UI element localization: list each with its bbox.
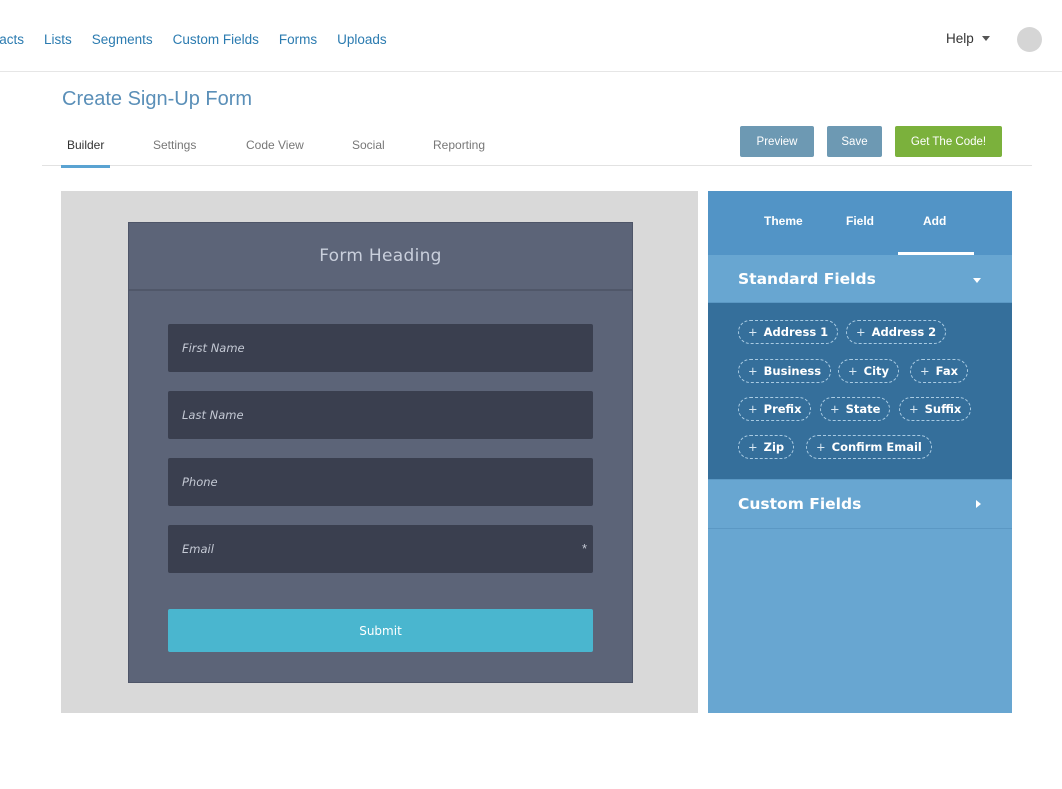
- editor-panel: Theme Field Add Standard Fields + Address…: [708, 191, 1012, 713]
- nav-link-segments[interactable]: Segments: [92, 32, 153, 47]
- custom-fields-label: Custom Fields: [738, 495, 862, 513]
- help-menu[interactable]: Help: [946, 31, 990, 46]
- plus-icon: +: [748, 364, 758, 378]
- email-field[interactable]: Email *: [168, 525, 593, 573]
- chip-label: Address 2: [871, 325, 937, 339]
- chip-label: City: [863, 364, 890, 378]
- add-field-chip-prefix[interactable]: + Prefix: [738, 397, 812, 421]
- save-button[interactable]: Save: [827, 126, 882, 157]
- chip-label: Confirm Email: [831, 440, 922, 454]
- tab-code-view[interactable]: Code View: [246, 138, 304, 152]
- avatar[interactable]: [1017, 27, 1042, 52]
- chip-label: Prefix: [763, 402, 802, 416]
- chip-label: State: [845, 402, 881, 416]
- nav-link-forms[interactable]: Forms: [279, 32, 317, 47]
- standard-fields-header[interactable]: Standard Fields: [708, 255, 1012, 303]
- field-placeholder: First Name: [182, 341, 245, 355]
- form-heading[interactable]: Form Heading: [319, 246, 442, 266]
- chip-label: Business: [763, 364, 822, 378]
- last-name-field[interactable]: Last Name: [168, 391, 593, 439]
- plus-icon: +: [856, 325, 866, 339]
- standard-fields-label: Standard Fields: [738, 270, 876, 288]
- form-heading-area[interactable]: Form Heading: [129, 223, 632, 291]
- plus-icon: +: [830, 402, 840, 416]
- add-field-chip-suffix[interactable]: + Suffix: [899, 397, 972, 421]
- panel-tabs: Theme Field Add: [708, 191, 1012, 255]
- required-asterisk: *: [581, 541, 587, 556]
- plus-icon: +: [920, 364, 930, 378]
- form-preview[interactable]: Form Heading First Name Last Name Phone …: [128, 222, 633, 683]
- submit-button[interactable]: Submit: [168, 609, 593, 652]
- chevron-down-icon: [981, 36, 990, 41]
- chip-label: Fax: [935, 364, 959, 378]
- panel-tab-add[interactable]: Add: [923, 214, 946, 228]
- standard-fields-list: + Address 1 + Address 2 + Business + City + F…: [708, 303, 1012, 479]
- add-field-chip-address-2[interactable]: + Address 2: [846, 320, 947, 344]
- top-nav: ntacts Lists Segments Custom Fields Form…: [0, 0, 1062, 72]
- plus-icon: +: [848, 364, 858, 378]
- nav-link-lists[interactable]: Lists: [44, 32, 72, 47]
- field-placeholder: Email: [182, 542, 214, 556]
- chip-label: Address 1: [763, 325, 829, 339]
- add-field-chip-zip[interactable]: + Zip: [738, 435, 795, 459]
- field-placeholder: Phone: [182, 475, 218, 489]
- add-field-chip-address-1[interactable]: + Address 1: [738, 320, 839, 344]
- add-field-chip-business[interactable]: + Business: [738, 359, 832, 383]
- add-field-chip-confirm-email[interactable]: + Confirm Email: [806, 435, 932, 459]
- plus-icon: +: [816, 440, 826, 454]
- phone-field[interactable]: Phone: [168, 458, 593, 506]
- chip-label: Zip: [763, 440, 785, 454]
- panel-tab-field[interactable]: Field: [846, 214, 874, 228]
- tab-social[interactable]: Social: [352, 138, 385, 152]
- chevron-right-icon: [976, 500, 981, 508]
- nav-link-custom-fields[interactable]: Custom Fields: [173, 32, 259, 47]
- add-field-chip-state[interactable]: + State: [820, 397, 891, 421]
- add-field-chip-fax[interactable]: + Fax: [910, 359, 969, 383]
- chevron-down-icon: [973, 278, 981, 283]
- preview-button[interactable]: Preview: [740, 126, 814, 157]
- panel-tab-theme[interactable]: Theme: [764, 214, 803, 228]
- add-field-chip-city[interactable]: + City: [838, 359, 900, 383]
- top-nav-links: ntacts Lists Segments Custom Fields Form…: [0, 32, 407, 47]
- form-canvas: Form Heading First Name Last Name Phone …: [61, 191, 698, 713]
- chip-label: Suffix: [924, 402, 962, 416]
- get-code-button[interactable]: Get The Code!: [895, 126, 1002, 157]
- plus-icon: +: [748, 440, 758, 454]
- tab-reporting[interactable]: Reporting: [433, 138, 485, 152]
- plus-icon: +: [909, 402, 919, 416]
- nav-link-contacts[interactable]: ntacts: [0, 32, 24, 47]
- builder-tabs: Builder Settings Code View Social Report…: [42, 128, 1032, 168]
- tab-builder[interactable]: Builder: [60, 138, 111, 168]
- field-placeholder: Last Name: [182, 408, 244, 422]
- nav-link-uploads[interactable]: Uploads: [337, 32, 387, 47]
- help-label: Help: [946, 31, 974, 46]
- custom-fields-header[interactable]: Custom Fields: [708, 479, 1012, 529]
- tab-settings[interactable]: Settings: [153, 138, 196, 152]
- page-title: Create Sign-Up Form: [62, 88, 253, 110]
- plus-icon: +: [748, 325, 758, 339]
- first-name-field[interactable]: First Name: [168, 324, 593, 372]
- plus-icon: +: [748, 402, 758, 416]
